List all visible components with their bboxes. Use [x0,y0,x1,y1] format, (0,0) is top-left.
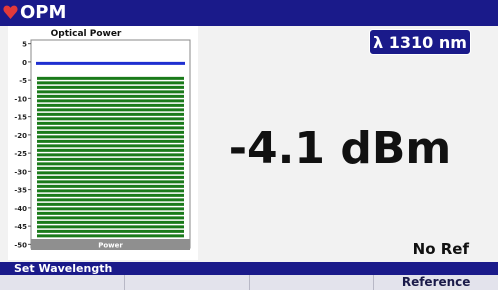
x-axis-label: Power [98,242,123,250]
power-bar-segment [37,234,184,238]
power-bar-segment [37,202,184,206]
app-title: OPM [20,2,67,23]
power-bar-segment [37,144,184,148]
y-tick-label: 5 [22,41,27,49]
power-bar-segment [37,216,184,220]
power-bar-segment [37,184,184,188]
chart-svg: Optical Power 5 0 -5 -10 -15 -20 -25 -30 -35 -40 -4… [14,29,191,250]
y-tick-label: -30 [14,168,27,176]
title-bar: OPM [0,0,498,26]
softkey-header: Set Wavelength [0,262,498,275]
power-bar-segment [37,148,184,152]
reference-status: No Ref [412,240,469,258]
power-bar-segment [37,108,184,112]
power-bar-segment [37,135,184,139]
y-tick-label: -5 [19,77,27,85]
power-bar-segment [37,76,184,80]
chart-title: Optical Power [51,29,122,39]
power-bar-segment [37,81,184,85]
y-tick-label: -25 [14,150,27,158]
power-bar-segment [37,112,184,116]
power-bar-segment [37,225,184,229]
power-bar-segment [37,99,184,103]
power-bar-segment [37,139,184,143]
power-bar-segment [37,121,184,125]
power-bar-segment [37,171,184,175]
y-tick-label: 0 [22,59,27,67]
y-tick-label: -45 [14,223,27,231]
power-bar-segment [37,211,184,215]
power-bar-segment [37,175,184,179]
power-bar-segment [37,220,184,224]
power-bar-segment [37,153,184,157]
heart-shield-icon [3,5,18,19]
y-tick-label: -20 [14,132,27,140]
power-bar-segment [37,207,184,211]
power-bar-segment [37,90,184,94]
softkey-1[interactable] [0,275,125,290]
power-bar-segment [37,117,184,121]
softkey-header-label: Set Wavelength [14,262,113,275]
power-bar-segment [37,229,184,233]
wavelength-button[interactable]: λ 1310 nm [369,29,471,55]
power-bar-segment [37,94,184,98]
power-bar-segment [37,157,184,161]
y-tick-label: -15 [14,114,27,122]
optical-power-chart: Optical Power 5 0 -5 -10 -15 -20 -25 -30 -35 -40 -4… [8,26,198,260]
power-bar-segment [37,193,184,197]
reference-button[interactable]: Reference [374,275,498,290]
power-bar-segment [37,126,184,130]
power-bar-segment [37,162,184,166]
softkey-2[interactable] [125,275,250,290]
power-bar-segment [37,85,184,89]
power-bar-segment [37,103,184,107]
y-tick-label: -10 [14,95,27,103]
softkey-row: Reference [0,275,498,290]
power-reading: -4.1 dBm [228,123,452,174]
softkey-3[interactable] [250,275,375,290]
y-tick-label: -50 [14,241,27,249]
power-bar-segment [37,130,184,134]
power-bar-segment [37,189,184,193]
y-tick-label: -35 [14,187,27,195]
power-bar-segment [37,180,184,184]
power-bar-segment [37,198,184,202]
y-tick-label: -40 [14,205,27,213]
power-bar-segment [37,166,184,170]
